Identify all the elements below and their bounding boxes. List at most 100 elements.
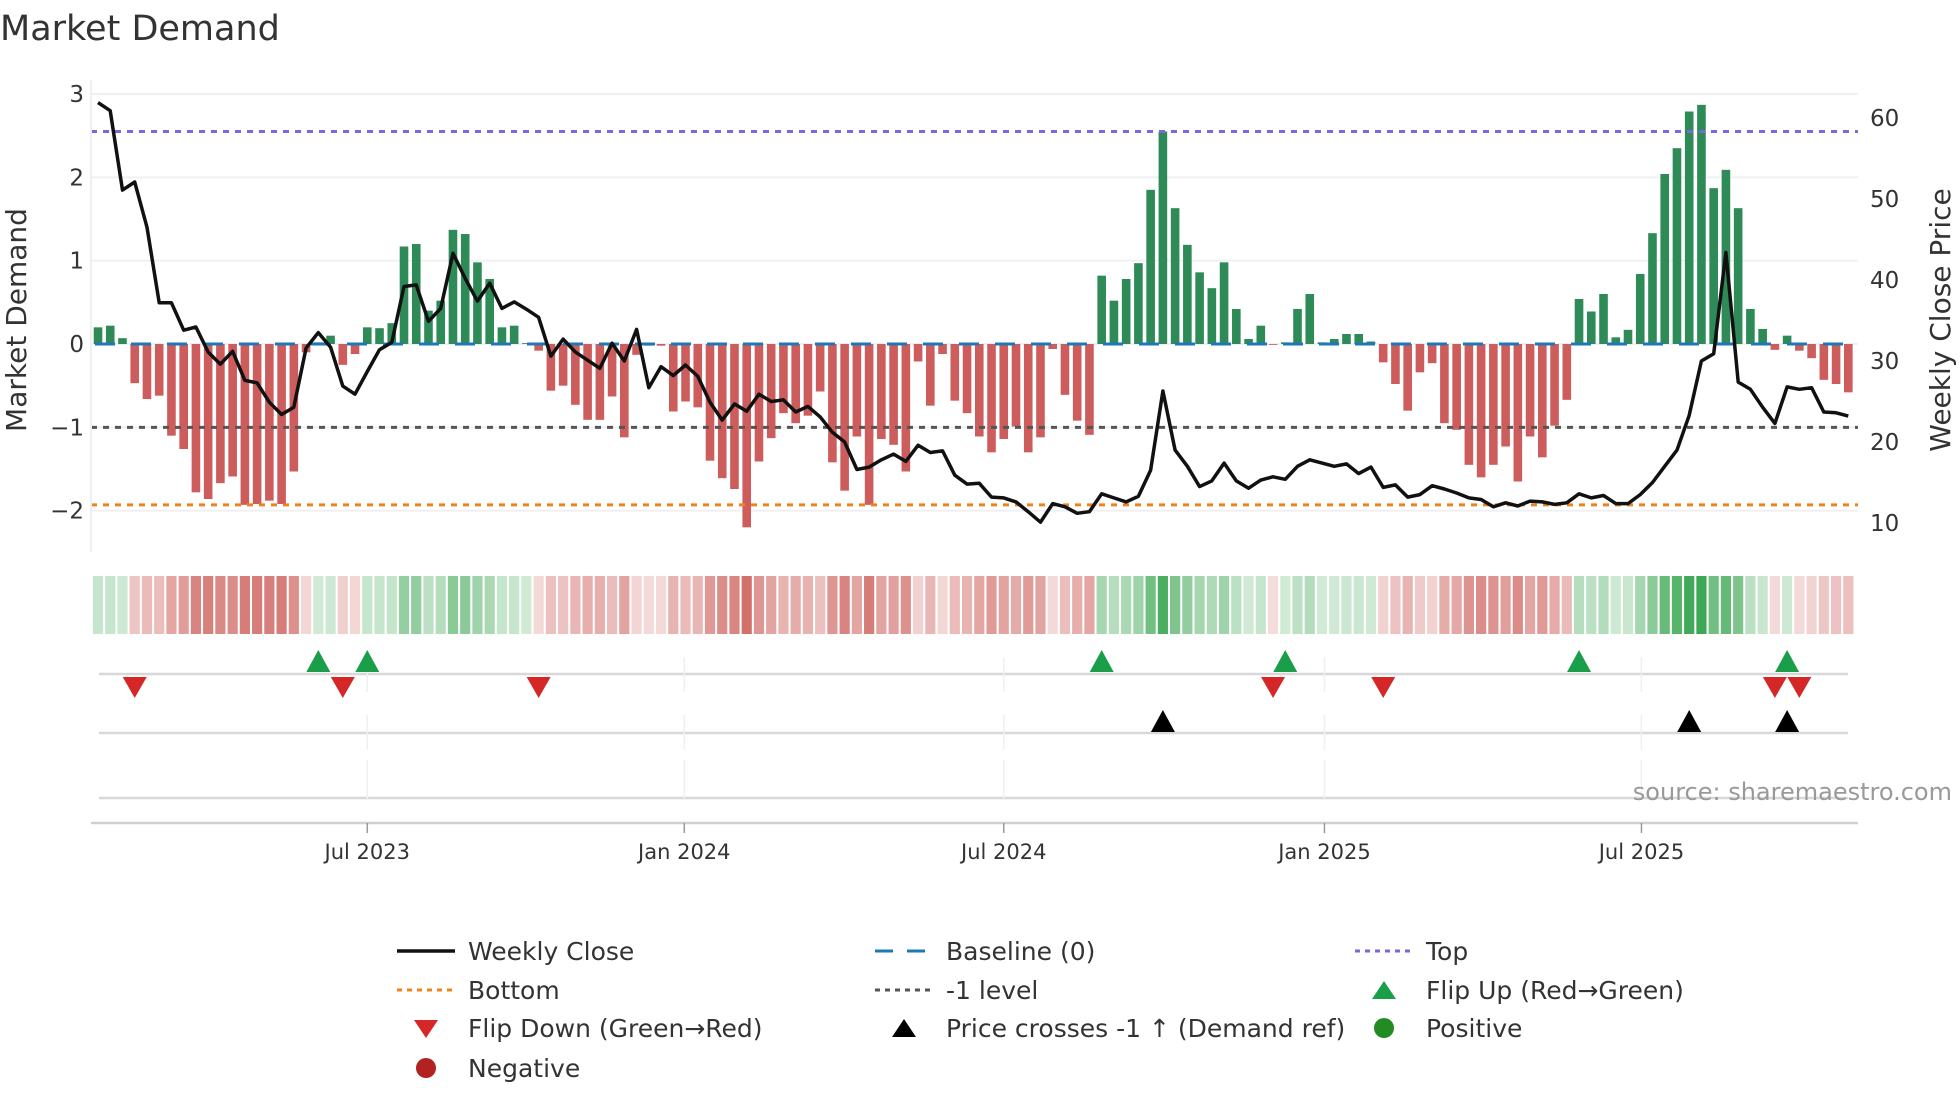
heat-strip-cell — [631, 576, 642, 634]
heat-strip-cell — [1635, 576, 1646, 634]
positive-demand-bar — [93, 327, 103, 344]
heat-strip-cell — [447, 576, 459, 634]
y-tick-label: −2 — [50, 499, 84, 525]
positive-demand-bar — [1256, 325, 1266, 344]
heat-strip-cell — [937, 576, 948, 634]
y2-tick-label: 10 — [1870, 511, 1899, 537]
circle-icon — [1374, 1018, 1394, 1038]
heat-strip-cell — [362, 576, 373, 634]
market-demand-chart: Market Demand 3210−1−2605040302010 Marke… — [0, 9, 1957, 1083]
heat-strip-cell — [925, 576, 936, 634]
heat-strip-cell — [423, 576, 434, 634]
circle-icon — [416, 1058, 436, 1078]
event-markers: Jul 2023 Jan 2024 Jul 2024 Jan 2025 Jul 2025 — [91, 650, 1858, 864]
heat-strip-cell — [778, 576, 789, 634]
heat-strip-cell — [313, 576, 324, 634]
negative-demand-bar — [1844, 344, 1853, 393]
heat-strip-cell — [545, 576, 556, 634]
heat-strip-cell — [1745, 576, 1756, 634]
negative-demand-bar — [130, 344, 140, 384]
heat-strip-cell — [1206, 576, 1217, 634]
weekly-close-line — [97, 101, 1849, 524]
heat-strip-cell — [215, 576, 226, 634]
heat-strip-cell — [496, 576, 508, 634]
heat-strip-cell — [117, 576, 128, 634]
heat-strip-cell — [92, 576, 104, 634]
positive-demand-bar — [1586, 311, 1596, 344]
price-cross-marker — [1677, 710, 1702, 732]
negative-demand-bar — [987, 344, 996, 453]
heat-strip-cell — [1133, 576, 1144, 634]
grid-lines — [91, 93, 1858, 512]
flip-up-marker — [1775, 650, 1800, 672]
negative-demand-bar — [877, 344, 886, 439]
negative-demand-bar — [338, 344, 348, 365]
heat-strip-cell — [178, 576, 189, 634]
legend-item-bottom: Bottom — [397, 976, 560, 1005]
heat-strip-cell — [252, 576, 263, 634]
heat-strip-cell — [827, 576, 838, 634]
heat-strip-cell — [288, 576, 299, 634]
heat-strip-cell — [643, 576, 654, 634]
positive-demand-bar — [1733, 208, 1743, 344]
negative-demand-bar — [1268, 344, 1278, 345]
heat-strip-cell — [166, 576, 177, 634]
negative-demand-bar — [681, 344, 690, 402]
legend-label: Top — [1425, 937, 1468, 966]
heat-strip-cell — [680, 576, 691, 634]
heat-strip-cell — [264, 576, 275, 634]
heat-strip-cell — [1696, 576, 1707, 634]
flip-down-marker — [1787, 677, 1812, 698]
heat-strip-cell — [1402, 576, 1413, 634]
triangle-up-icon — [1372, 981, 1396, 999]
negative-demand-bar — [1489, 344, 1498, 465]
negative-demand-bar — [1501, 344, 1510, 447]
heat-strip-cell — [1843, 576, 1854, 634]
negative-demand-bar — [240, 344, 250, 505]
heat-strip-cell — [1439, 576, 1450, 634]
negative-demand-bar — [203, 344, 213, 499]
heat-strip-cell — [606, 576, 618, 634]
positive-demand-bar — [1207, 288, 1217, 344]
negative-demand-bar — [864, 344, 874, 505]
positive-demand-bar — [497, 327, 507, 344]
heat-strip-cell — [1378, 576, 1389, 634]
y2-axis-title: Weekly Close Price — [1924, 188, 1957, 451]
legend-label: Price crosses -1 ↑ (Demand ref) — [946, 1014, 1345, 1043]
heat-strip-cell — [888, 576, 899, 634]
heat-strip-cell — [411, 576, 422, 634]
heat-strip-cell — [619, 576, 630, 634]
heat-strip-cell — [203, 576, 214, 634]
heat-strip-cell — [1427, 576, 1438, 634]
heat-strip-cell — [704, 576, 716, 634]
positive-demand-bar — [1183, 244, 1192, 344]
positive-demand-bar — [1758, 329, 1767, 344]
positive-demand-bar — [1635, 274, 1645, 344]
heat-strip-cell — [1145, 576, 1156, 634]
negative-demand-bar — [595, 344, 605, 420]
negative-demand-bar — [656, 344, 666, 346]
y-tick-label: −1 — [50, 415, 84, 441]
heat-strip-cell — [227, 576, 238, 634]
heat-strip-cell — [655, 576, 667, 634]
heat-strip-cell — [961, 576, 973, 634]
negative-demand-bar — [766, 344, 776, 439]
x-tick-label: Jul 2024 — [959, 840, 1046, 864]
heat-strip-cell — [692, 576, 703, 634]
y-axis-title: Market Demand — [0, 208, 33, 432]
x-tick-label: Jan 2025 — [1276, 840, 1371, 864]
positive-demand-bar — [448, 229, 458, 344]
heat-strip-cell — [1733, 576, 1744, 634]
negative-demand-bar — [926, 344, 935, 406]
heat-strip-cell — [1292, 576, 1303, 634]
heat-strip-cell — [1157, 576, 1168, 634]
heat-strip-cell — [998, 576, 1009, 634]
legend-item-flip-down: Flip Down (Green→Red) — [414, 1014, 763, 1043]
heat-strip-cell — [594, 576, 605, 634]
heat-strip-cell — [325, 576, 336, 634]
heat-strip-cell — [1830, 576, 1842, 634]
axes: 3210−1−2605040302010 — [50, 80, 1899, 552]
positive-demand-bar — [1342, 334, 1351, 344]
heat-strip-cell — [1524, 576, 1536, 634]
heat-strip-cell — [570, 576, 581, 634]
